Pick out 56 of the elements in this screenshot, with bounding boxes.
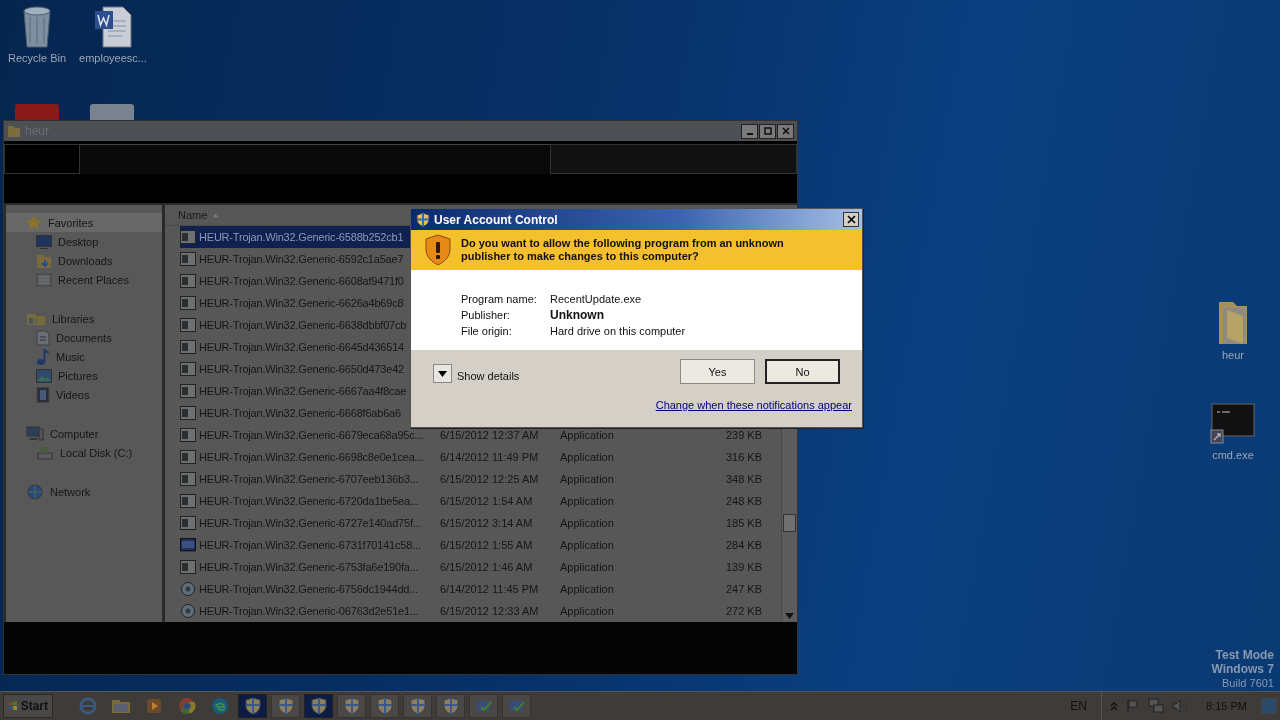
type-cell-text: Application: [560, 473, 615, 485]
date-cell-text: 6/14/2012 11:49 PM: [440, 451, 540, 463]
size-cell-text: 284 KB: [724, 539, 762, 551]
date-cell-text: 6/15/2012 12:37 AM: [440, 429, 540, 441]
field-label: File origin:: [461, 324, 513, 337]
type-cell-text: Application: [560, 451, 615, 463]
date-cell-text: 6/15/2012 12:33 AM: [440, 605, 540, 617]
type-cell-text: Application: [560, 495, 615, 507]
type-cell-text: Application: [560, 605, 615, 617]
file-name: HEUR-Trojan.Win32.Generic-6756dc1944dd...: [199, 583, 418, 595]
file-name: HEUR-Trojan.Win32.Generic-6731f70141c58...: [199, 539, 421, 551]
date-cell-text: 6/15/2012 1:46 AM: [440, 561, 534, 573]
file-name: HEUR-Trojan.Win32.Generic-6626a4b69c8: [199, 297, 404, 309]
file-name: HEUR-Trojan.Win32.Generic-6588b252cb1: [199, 231, 404, 243]
uac-question: Do you want to allow the following program from an unknown publisher to make changes to this computer?: [461, 237, 785, 263]
field-value: Unknown: [550, 307, 604, 322]
file-name: HEUR-Trojan.Win32.Generic-6645d436514: [199, 341, 404, 353]
date-cell-text: 6/15/2012 1:55 AM: [440, 539, 534, 551]
type-cell-text: Application: [560, 539, 615, 551]
date-cell-text: 6/15/2012 3:14 AM: [440, 517, 534, 529]
size-cell-text: 248 KB: [724, 495, 762, 507]
date-cell-text: 6/15/2012 12:25 AM: [440, 473, 540, 485]
size-cell-text: 247 KB: [724, 583, 762, 595]
type-cell-text: Application: [560, 583, 615, 595]
file-name: HEUR-Trojan.Win32.Generic-6668f6ab6a6: [199, 407, 401, 419]
size-cell-text: 316 KB: [724, 451, 762, 463]
file-name: HEUR-Trojan.Win32.Generic-06763d2e51e1...: [199, 605, 419, 617]
type-cell-text: Application: [560, 561, 615, 573]
file-name: HEUR-Trojan.Win32.Generic-6753fa6e190fa...: [199, 561, 419, 573]
file-name: HEUR-Trojan.Win32.Generic-6638dbbf07cb: [199, 319, 407, 331]
file-name: HEUR-Trojan.Win32.Generic-6679eca68a95c...: [199, 429, 424, 441]
field-label: Publisher:: [461, 308, 511, 321]
size-cell-text: 348 KB: [724, 473, 762, 485]
field-value: RecentUpdate.exe: [550, 292, 642, 305]
dialog-title: User Account Control: [434, 212, 558, 227]
os-notice-text: Test Mode: [1215, 648, 1274, 662]
file-name: HEUR-Trojan.Win32.Generic-6727e140ad75f...: [199, 517, 422, 529]
file-name: HEUR-Trojan.Win32.Generic-6650d473e42: [199, 363, 404, 375]
os-notice-text: Windows 7: [1211, 662, 1274, 676]
file-name: HEUR-Trojan.Win32.Generic-6698c8e0e1cea...: [199, 451, 424, 463]
file-name: HEUR-Trojan.Win32.Generic-6608af9471f0: [199, 275, 404, 287]
field-label: Program name:: [461, 292, 538, 305]
type-cell-text: Application: [560, 517, 615, 529]
size-cell-text: 139 KB: [724, 561, 762, 573]
file-name: HEUR-Trojan.Win32.Generic-6720da1be5ea...: [199, 495, 419, 507]
type-cell-text: Application: [560, 429, 615, 441]
file-name: HEUR-Trojan.Win32.Generic-6707eeb136b3...: [199, 473, 419, 485]
size-cell-text: 239 KB: [724, 429, 762, 441]
os-notice-text: Build 7601: [1222, 676, 1274, 690]
date-cell-text: 6/14/2012 11:45 PM: [440, 583, 540, 595]
size-cell-text: 185 KB: [724, 517, 762, 529]
field-value: Hard drive on this computer: [550, 324, 686, 337]
size-cell-text: 272 KB: [724, 605, 762, 617]
file-name: HEUR-Trojan.Win32.Generic-6592c1a5ae7: [199, 253, 404, 265]
file-name: HEUR-Trojan.Win32.Generic-6667aa4f8cae: [199, 385, 407, 397]
date-cell-text: 6/15/2012 1:54 AM: [440, 495, 534, 507]
